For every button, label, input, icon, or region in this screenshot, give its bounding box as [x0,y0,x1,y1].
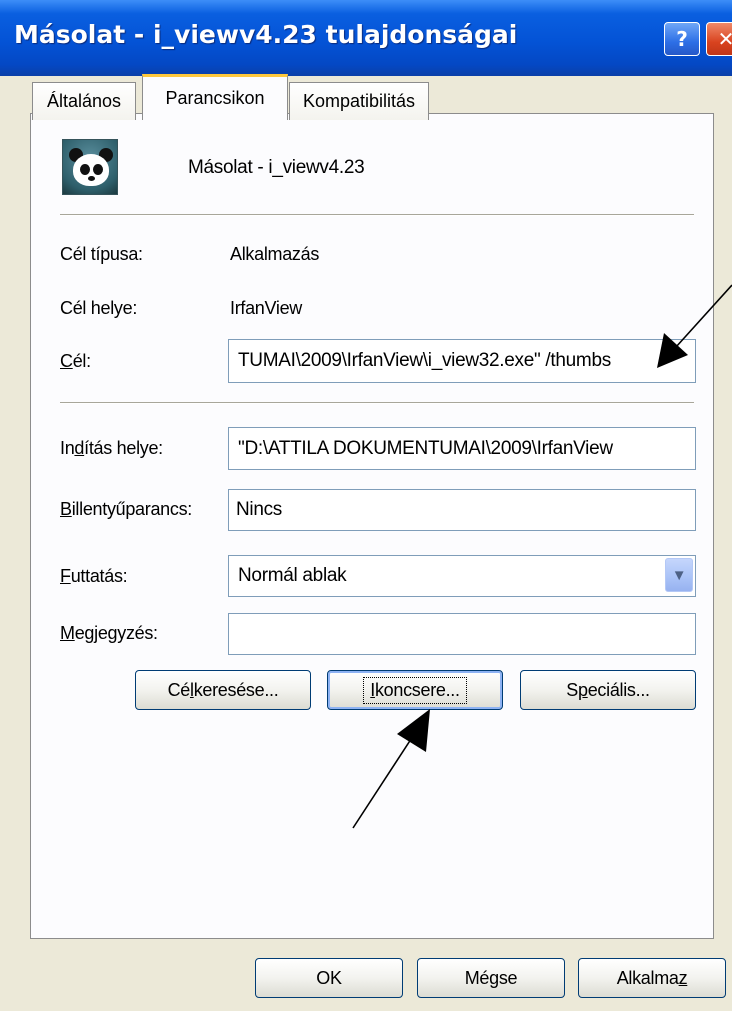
help-button[interactable]: ? [664,22,700,56]
change-icon-button[interactable]: Ikoncsere... [327,670,503,710]
comment-field[interactable] [228,613,696,655]
chevron-down-icon[interactable]: ▼ [665,558,693,592]
target-location-value: IrfanView [230,298,303,318]
panda-face [73,154,109,186]
panda-eye-left [80,164,90,175]
target-label: Cél: [60,351,91,371]
separator-top [60,214,694,216]
title-bar[interactable]: Másolat - i_viewv4.23 tulajdonságai ? ✕ [0,0,732,76]
panda-nose [88,176,95,181]
run-select[interactable]: Normál ablak ▼ [228,555,696,597]
target-type-value: Alkalmazás [230,244,320,264]
tab-compatibility[interactable]: Kompatibilitás [289,82,429,120]
start-in-field[interactable]: "D:\ATTILA DOKUMENTUMAI\2009\IrfanView [228,427,696,470]
ok-button[interactable]: OK [255,958,403,998]
window-title: Másolat - i_viewv4.23 tulajdonságai [14,20,518,49]
shortcut-name: Másolat - i_viewv4.23 [188,157,365,178]
panda-icon [62,139,118,195]
focus-ring: Ikoncsere... [363,676,467,704]
target-field[interactable]: TUMAI\2009\IrfanView\i_view32.exe" /thum… [228,339,696,383]
target-location-label: Cél helye: [60,298,138,318]
start-in-label: Indítás helye: [60,438,163,458]
close-button[interactable]: ✕ [706,22,732,56]
find-target-button[interactable]: Cé l keresése... [135,670,311,710]
target-type-label: Cél típusa: [60,244,143,264]
run-label: Futtatás: [60,566,128,586]
tab-shortcut[interactable]: Parancsikon [142,74,288,120]
hotkey-label: Billentyűparancs: [60,499,192,519]
run-select-value: Normál ablak [238,565,347,586]
tab-general[interactable]: Általános [32,82,136,120]
separator-middle [60,402,694,404]
comment-label: Megjegyzés: [60,623,158,643]
panda-eye-right [93,164,103,175]
apply-button[interactable]: Alkalma z [578,958,726,998]
advanced-button[interactable]: Sp eciális... [520,670,696,710]
hotkey-field[interactable]: Nincs [228,489,696,531]
cancel-button[interactable]: Mégse [417,958,565,998]
properties-dialog: Másolat - i_viewv4.23 tulajdonságai ? ✕ … [0,0,732,1011]
